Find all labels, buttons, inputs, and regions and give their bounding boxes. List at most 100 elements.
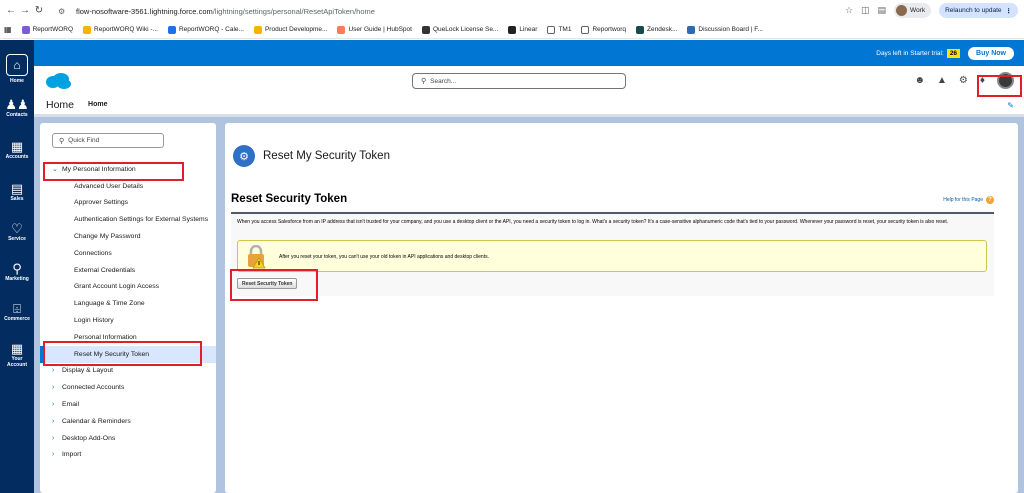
more-menu-icon[interactable]: ⋮ <box>1006 7 1013 15</box>
folder-icon <box>547 25 556 34</box>
bookmark-label: QueLock License Se... <box>432 26 499 33</box>
extensions-icon[interactable]: ◫ <box>861 5 870 16</box>
chevron-right-icon: › <box>52 417 55 425</box>
app-navbar: Home Home ✎ <box>34 95 1024 117</box>
rail-item-sales[interactable]: ▤ Sales <box>0 181 34 203</box>
help-link[interactable]: Help for this Page ? <box>943 196 994 204</box>
bookmark-folder[interactable]: TM1 <box>547 25 571 34</box>
content-title: Reset Security Token <box>231 193 348 205</box>
bookmark-item[interactable]: Product Developme... <box>253 25 328 34</box>
accounts-icon: ▦ <box>10 139 24 154</box>
sidebar-section[interactable]: › Connected Accounts <box>40 379 216 396</box>
bookmark-favicon <box>167 25 176 34</box>
bookmark-item[interactable]: User Guide | HubSpot <box>337 25 412 34</box>
back-arrow-icon[interactable]: ← <box>4 5 18 16</box>
bookmark-favicon <box>253 25 262 34</box>
astro-icon[interactable]: ☻ <box>914 75 925 86</box>
annotation-highlight-personal-info <box>43 162 184 181</box>
bookmark-label: Linear <box>519 26 538 33</box>
url-path: /lightning/settings/personal/ResetApiTok… <box>212 6 375 16</box>
rail-item-marketing[interactable]: ⚲ Marketing <box>0 261 34 283</box>
sidebar-subitem[interactable]: Language & Time Zone <box>40 295 216 312</box>
bookmark-item[interactable]: QueLock License Se... <box>421 25 499 34</box>
rail-item-accounts[interactable]: ▦ Accounts <box>0 139 34 161</box>
description-text: When you access Salesforce from an IP ad… <box>237 219 949 225</box>
sidebar-item-label: Change My Password <box>74 233 141 241</box>
apps-grid-icon[interactable]: ▦ <box>4 25 12 34</box>
rail-label: Home <box>10 78 24 84</box>
question-icon: ? <box>986 196 994 204</box>
profile-avatar <box>896 5 908 16</box>
bookmark-favicon <box>83 25 92 34</box>
commerce-icon: ⌹ <box>13 301 21 316</box>
sidebar-item-label: Approver Settings <box>74 199 129 207</box>
rail-item-commerce[interactable]: ⌹ Commerce <box>0 301 34 323</box>
sidebar-section[interactable]: › Calendar & Reminders <box>40 413 216 430</box>
bookmark-favicon <box>508 25 517 34</box>
chevron-right-icon: › <box>52 401 55 409</box>
sidebar-section[interactable]: › Desktop Add-Ons <box>40 430 216 447</box>
bookmark-item[interactable]: ReportWORQ Wiki -... <box>83 25 158 34</box>
forward-arrow-icon[interactable]: → <box>18 5 32 16</box>
rail-item-home[interactable]: ⌂ Home <box>0 54 34 84</box>
site-settings-icon[interactable]: ⚙ <box>58 7 70 16</box>
contacts-icon: ♟♟ <box>5 97 29 112</box>
marketing-icon: ⚲ <box>12 261 22 276</box>
trailhead-icon[interactable]: ▲ <box>937 75 947 86</box>
url-host: flow-nosoftware-3561.lightning.force.com <box>76 6 213 16</box>
bookmark-label: Reportworq <box>592 26 627 33</box>
annotation-highlight-avatar <box>977 75 1022 97</box>
sidebar-item-label: Grant Account Login Access <box>74 283 160 291</box>
rail-item-contacts[interactable]: ♟♟ Contacts <box>0 97 34 119</box>
sidebar-subitem[interactable]: Approver Settings <box>40 195 216 212</box>
salesforce-cloud-logo[interactable] <box>44 72 72 90</box>
relaunch-button[interactable]: Relaunch to update ⋮ <box>939 3 1018 18</box>
trial-text: Days left in Starter trial: <box>876 49 944 57</box>
rail-item-your-account[interactable]: ▦ Your Account <box>0 342 34 369</box>
global-search-input[interactable]: ⚲ Search... <box>412 73 626 89</box>
sidebar-item-label: Calendar & Reminders <box>62 417 131 425</box>
sales-icon: ▤ <box>10 181 24 196</box>
rail-label: Sales <box>10 196 24 202</box>
rail-label: Service <box>8 236 26 242</box>
bookmark-favicon <box>687 25 696 34</box>
sidebar-subitem[interactable]: Authentication Settings for External Sys… <box>40 211 216 228</box>
bookmark-favicon <box>337 25 346 34</box>
bookmark-label: User Guide | HubSpot <box>348 26 412 33</box>
bookmark-star-icon[interactable]: ☆ <box>845 5 853 16</box>
sidebar-subitem[interactable]: Login History <box>40 312 216 329</box>
quick-find-placeholder: Quick Find <box>68 137 100 144</box>
bookmark-item[interactable]: ReportWORQ - Cale... <box>167 25 244 34</box>
bookmark-item[interactable]: ReportWORQ <box>21 25 74 34</box>
sidebar-subitem[interactable]: Grant Account Login Access <box>40 279 216 296</box>
bookmark-favicon <box>21 25 30 34</box>
bookmark-item[interactable]: Discussion Board | F... <box>687 25 763 34</box>
bookmark-item[interactable]: Zendesk... <box>636 25 677 34</box>
gear-icon[interactable]: ⚙ <box>959 75 968 86</box>
rail-item-service[interactable]: ♡ Service <box>0 222 34 243</box>
address-bar[interactable]: ⚙ flow-nosoftware-3561.lightning.force.c… <box>58 3 838 19</box>
sidebar-subitem[interactable]: Connections <box>40 245 216 262</box>
quick-find-input[interactable]: ⚲ Quick Find <box>52 133 164 148</box>
sidebar-subitem[interactable]: External Credentials <box>40 262 216 279</box>
buy-now-button[interactable]: Buy Now <box>968 46 1014 60</box>
bookmark-label: Product Developme... <box>264 26 328 33</box>
sidebar-subitem[interactable]: Change My Password <box>40 228 216 245</box>
bookmark-item[interactable]: Linear <box>508 25 538 34</box>
trial-banner: Days left in Starter trial: 26 Buy Now <box>34 40 1024 66</box>
bookmark-label: ReportWORQ Wiki -... <box>94 26 158 33</box>
sidebar-item-label: Language & Time Zone <box>74 300 145 308</box>
sidebar-section[interactable]: › Email <box>40 396 216 413</box>
annotation-highlight-reset-button <box>230 269 318 301</box>
bookmark-folder[interactable]: Reportworq <box>581 25 627 34</box>
tab-search-icon[interactable]: ▤ <box>878 5 887 16</box>
bookmark-label: ReportWORQ <box>32 26 74 33</box>
tab-home[interactable]: Home <box>88 101 107 108</box>
edit-pencil-icon[interactable]: ✎ <box>1007 101 1014 110</box>
bookmark-favicon <box>421 25 430 34</box>
reload-icon[interactable]: ↻ <box>32 5 46 16</box>
app-rail: ⌂ Home ♟♟ Contacts ▦ Accounts ▤ Sales ♡ … <box>0 40 34 493</box>
rail-label: Accounts <box>5 154 29 160</box>
sidebar-section[interactable]: › Import <box>40 447 216 464</box>
profile-button[interactable]: Work <box>894 3 932 18</box>
